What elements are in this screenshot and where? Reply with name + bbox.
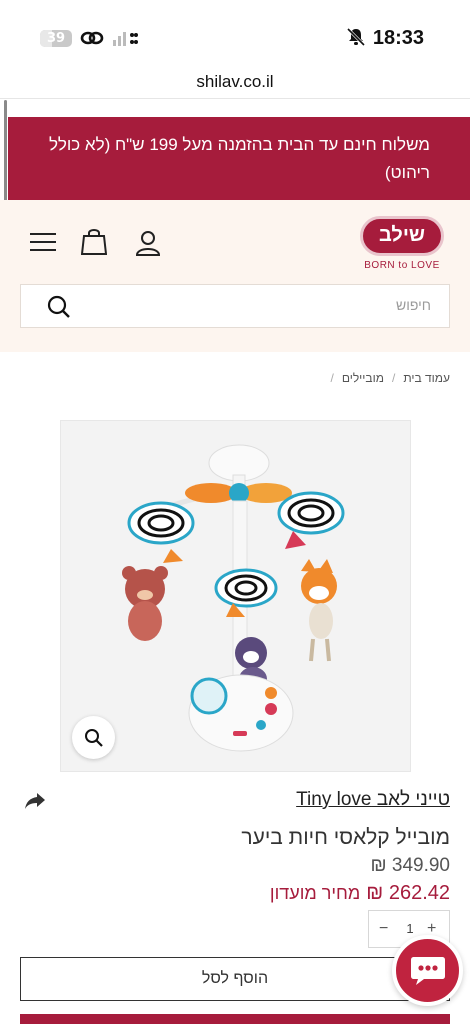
battery-indicator: 39 (40, 30, 72, 47)
spiral-disc-left (127, 501, 195, 545)
bag-icon[interactable] (81, 227, 107, 255)
link-icon (80, 31, 104, 45)
breadcrumb-category[interactable]: מוביילים (342, 371, 384, 385)
signal-icon (113, 32, 138, 46)
spiral-disc-right (277, 491, 345, 535)
menu-icon[interactable] (30, 232, 56, 252)
spiral-disc-center (214, 568, 278, 608)
logo-badge: שילב (360, 216, 444, 256)
buy-now-button[interactable] (20, 1014, 450, 1024)
quantity-value[interactable]: 1 (403, 921, 417, 936)
search-input[interactable] (91, 297, 431, 313)
logo-tagline: BORN to LOVE (364, 260, 440, 271)
zoom-button[interactable] (72, 716, 115, 759)
chat-button[interactable] (392, 935, 463, 1006)
promo-banner: משלוח חינם עד הבית בהזמנה מעל 199 ש"ח (ל… (8, 117, 470, 200)
club-price: 262.42 ₪מחיר מועדון (270, 882, 450, 905)
bell-muted-icon (346, 27, 366, 47)
share-icon[interactable] (24, 792, 46, 810)
breadcrumb-home[interactable]: עמוד בית (403, 371, 450, 385)
add-to-cart-button[interactable]: הוסף לסל (20, 957, 450, 1001)
url-text[interactable]: shilav.co.il (0, 72, 470, 92)
status-bar: 39 18:33 (0, 0, 470, 66)
breadcrumb: עמוד בית / מוביילים / (330, 371, 450, 385)
product-price: 349.90 ₪ (370, 855, 450, 876)
product-title: מובייל קלאסי חיות ביער (241, 826, 450, 849)
club-price-value: 262.42 ₪ (366, 882, 450, 904)
browser-url-bar[interactable]: shilav.co.il (0, 66, 470, 99)
baby-mobile-illustration (61, 421, 410, 771)
zoom-icon (85, 729, 103, 747)
chat-icon (411, 957, 445, 985)
product-brand-link[interactable]: טייני לאב Tiny love (296, 789, 450, 811)
site-logo[interactable]: שילב BORN to LOVE (358, 216, 446, 276)
mobile-base (188, 674, 294, 752)
search-box[interactable] (20, 284, 450, 328)
status-time: 18:33 (372, 27, 424, 49)
logo-text: שילב (379, 224, 425, 246)
club-price-label: מחיר מועדון (269, 883, 361, 903)
user-icon[interactable] (135, 230, 161, 256)
breadcrumb-separator: / (391, 371, 396, 385)
site-header: שילב BORN to LOVE (0, 200, 470, 352)
product-image[interactable] (60, 420, 411, 772)
battery-level: 39 (46, 31, 66, 46)
breadcrumb-separator: / (330, 371, 334, 385)
quantity-decrease-button[interactable]: − (379, 920, 388, 938)
promo-text: משלוח חינם עד הבית בהזמנה מעל 199 ש"ח (ל… (48, 135, 430, 182)
search-icon[interactable] (47, 295, 71, 319)
